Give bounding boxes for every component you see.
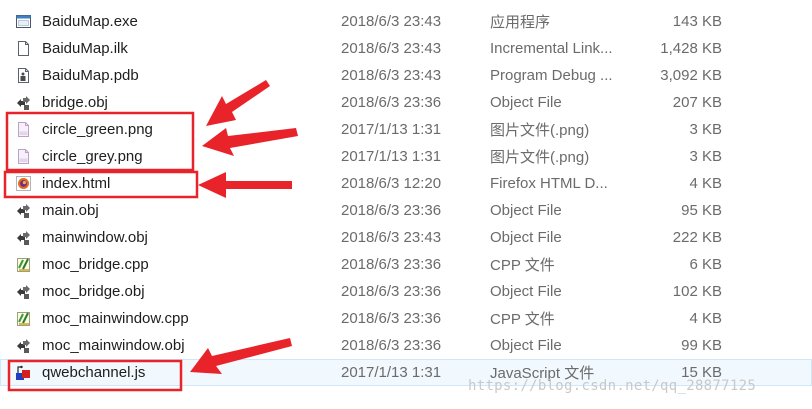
file-size: 3,092 KB [660, 67, 722, 84]
file-type: CPP 文件 [490, 311, 555, 328]
file-size: 3 KB [689, 148, 722, 165]
file-date: 2018/6/3 23:36 [341, 337, 442, 354]
file-name: moc_mainwindow.obj [42, 337, 185, 354]
file-size: 3 KB [689, 121, 722, 138]
file-date: 2018/6/3 23:43 [341, 13, 442, 30]
file-date: 2018/6/3 23:36 [341, 202, 442, 219]
file-date: 2018/6/3 23:36 [341, 94, 442, 111]
file-list: BaiduMap.exe 2018/6/3 23:43 应用程序 143 KB … [0, 8, 812, 386]
pdb-file-icon [18, 68, 29, 83]
file-name: moc_mainwindow.cpp [42, 310, 189, 327]
file-name: moc_bridge.cpp [42, 256, 149, 273]
obj-file-icon [17, 285, 30, 299]
file-name: BaiduMap.exe [42, 13, 138, 30]
file-type: Object File [490, 202, 562, 219]
file-row[interactable]: moc_bridge.cpp 2018/6/3 23:36 CPP 文件 6 K… [0, 251, 812, 278]
file-row[interactable]: index.html 2018/6/3 12:20 Firefox HTML D… [0, 170, 812, 197]
file-row[interactable]: main.obj 2018/6/3 23:36 Object File 95 K… [0, 197, 812, 224]
watermark-text: https://blog.csdn.net/qq_28877125 [468, 378, 757, 394]
file-type: Object File [490, 94, 562, 111]
file-type: 应用程序 [490, 14, 551, 31]
cpp-file-icon [17, 258, 30, 272]
file-name: bridge.obj [42, 94, 108, 111]
file-size: 207 KB [672, 94, 722, 111]
file-size: 1,428 KB [660, 40, 722, 57]
file-type: 图片文件(.png) [490, 149, 590, 166]
file-size: 4 KB [689, 310, 722, 327]
file-row[interactable]: bridge.obj 2018/6/3 23:36 Object File 20… [0, 89, 812, 116]
file-type: CPP 文件 [490, 257, 555, 274]
file-type: Program Debug ... [490, 67, 613, 84]
file-row[interactable]: BaiduMap.ilk 2018/6/3 23:43 Incremental … [0, 35, 812, 62]
file-name: index.html [42, 175, 111, 192]
file-date: 2018/6/3 12:20 [341, 175, 442, 192]
file-name: BaiduMap.ilk [42, 40, 128, 57]
png-file-icon [18, 149, 29, 164]
cpp-file-icon [17, 312, 30, 326]
file-row[interactable]: moc_bridge.obj 2018/6/3 23:36 Object Fil… [0, 278, 812, 305]
file-date: 2018/6/3 23:36 [341, 256, 442, 273]
file-row[interactable]: circle_green.png 2017/1/13 1:31 图片文件(.pn… [0, 116, 812, 143]
file-type: Object File [490, 283, 562, 300]
js-file-icon [16, 365, 30, 380]
file-size: 222 KB [672, 229, 722, 246]
file-name: circle_green.png [42, 121, 153, 138]
file-size: 6 KB [689, 256, 722, 273]
file-name: main.obj [42, 202, 99, 219]
obj-file-icon [17, 231, 30, 245]
file-type: Object File [490, 229, 562, 246]
file-name: mainwindow.obj [42, 229, 148, 246]
file-date: 2018/6/3 23:43 [341, 67, 442, 84]
file-date: 2017/1/13 1:31 [341, 364, 442, 381]
file-size: 102 KB [672, 283, 722, 300]
file-type: Object File [490, 337, 562, 354]
app-window-icon [16, 15, 31, 28]
file-row[interactable]: BaiduMap.exe 2018/6/3 23:43 应用程序 143 KB [0, 8, 812, 35]
file-name: qwebchannel.js [42, 364, 146, 381]
generic-file-icon [18, 41, 29, 56]
file-name: moc_bridge.obj [42, 283, 145, 300]
file-row[interactable]: moc_mainwindow.obj 2018/6/3 23:36 Object… [0, 332, 812, 359]
file-date: 2017/1/13 1:31 [341, 148, 442, 165]
obj-file-icon [17, 96, 30, 110]
file-row[interactable]: BaiduMap.pdb 2018/6/3 23:43 Program Debu… [0, 62, 812, 89]
file-name: BaiduMap.pdb [42, 67, 139, 84]
png-file-icon [18, 122, 29, 137]
file-type: 图片文件(.png) [490, 122, 590, 139]
file-date: 2018/6/3 23:36 [341, 283, 442, 300]
file-date: 2018/6/3 23:36 [341, 310, 442, 327]
obj-file-icon [17, 339, 30, 353]
file-name: circle_grey.png [42, 148, 143, 165]
file-row[interactable]: circle_grey.png 2017/1/13 1:31 图片文件(.png… [0, 143, 812, 170]
file-size: 4 KB [689, 175, 722, 192]
file-date: 2018/6/3 23:43 [341, 40, 442, 57]
file-size: 99 KB [681, 337, 722, 354]
obj-file-icon [17, 204, 30, 218]
file-type: Firefox HTML D... [490, 175, 608, 192]
file-date: 2017/1/13 1:31 [341, 121, 442, 138]
file-date: 2018/6/3 23:43 [341, 229, 442, 246]
file-type: Incremental Link... [490, 40, 613, 57]
firefox-icon [16, 176, 31, 191]
file-row[interactable]: moc_mainwindow.cpp 2018/6/3 23:36 CPP 文件… [0, 305, 812, 332]
file-size: 143 KB [672, 13, 722, 30]
file-row[interactable]: mainwindow.obj 2018/6/3 23:43 Object Fil… [0, 224, 812, 251]
file-size: 95 KB [681, 202, 722, 219]
